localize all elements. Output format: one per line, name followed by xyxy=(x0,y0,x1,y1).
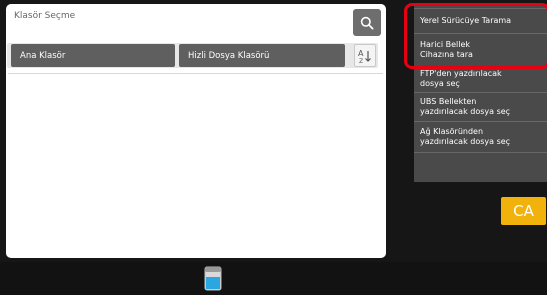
svg-text:Z: Z xyxy=(359,58,363,64)
bottom-status-bar xyxy=(0,262,547,295)
print-from-ftp-item[interactable]: FTP'den yazdırılacak dosya seç xyxy=(414,66,547,92)
print-from-network-folder-label-2: yazdırılacak dosya seç xyxy=(420,137,511,146)
quick-file-folder-button[interactable]: Hizli Dosya Klasörü xyxy=(179,44,345,67)
right-panel-empty-slot xyxy=(414,152,547,182)
search-button[interactable] xyxy=(353,9,381,36)
print-from-network-folder-label-1: Ağ Klasöründen xyxy=(420,127,484,136)
print-from-usb-label-1: UBS Bellekten xyxy=(420,97,477,106)
toner-level-icon[interactable] xyxy=(204,266,222,291)
svg-text:A: A xyxy=(358,49,364,58)
sort-button[interactable]: A Z xyxy=(354,44,376,67)
panel-title: Klasör Seçme xyxy=(14,11,76,21)
print-from-network-folder-item[interactable]: Ağ Klasöründen yazdırılacak dosya seç xyxy=(414,121,547,152)
main-folder-button[interactable]: Ana Klasör xyxy=(11,44,175,67)
list-divider xyxy=(8,73,383,74)
sort-az-icon: A Z xyxy=(358,49,371,64)
print-from-ftp-label-1: FTP'den yazdırılacak xyxy=(420,69,502,78)
print-from-ftp-label-2: dosya seç xyxy=(420,79,460,88)
print-from-usb-label-2: yazdırılacak dosya seç xyxy=(420,107,511,116)
highlight-frame xyxy=(404,3,547,69)
print-from-usb-item[interactable]: UBS Bellekten yazdırılacak dosya seç xyxy=(414,92,547,121)
search-icon xyxy=(360,16,374,30)
clear-all-button[interactable]: CA xyxy=(501,197,546,225)
